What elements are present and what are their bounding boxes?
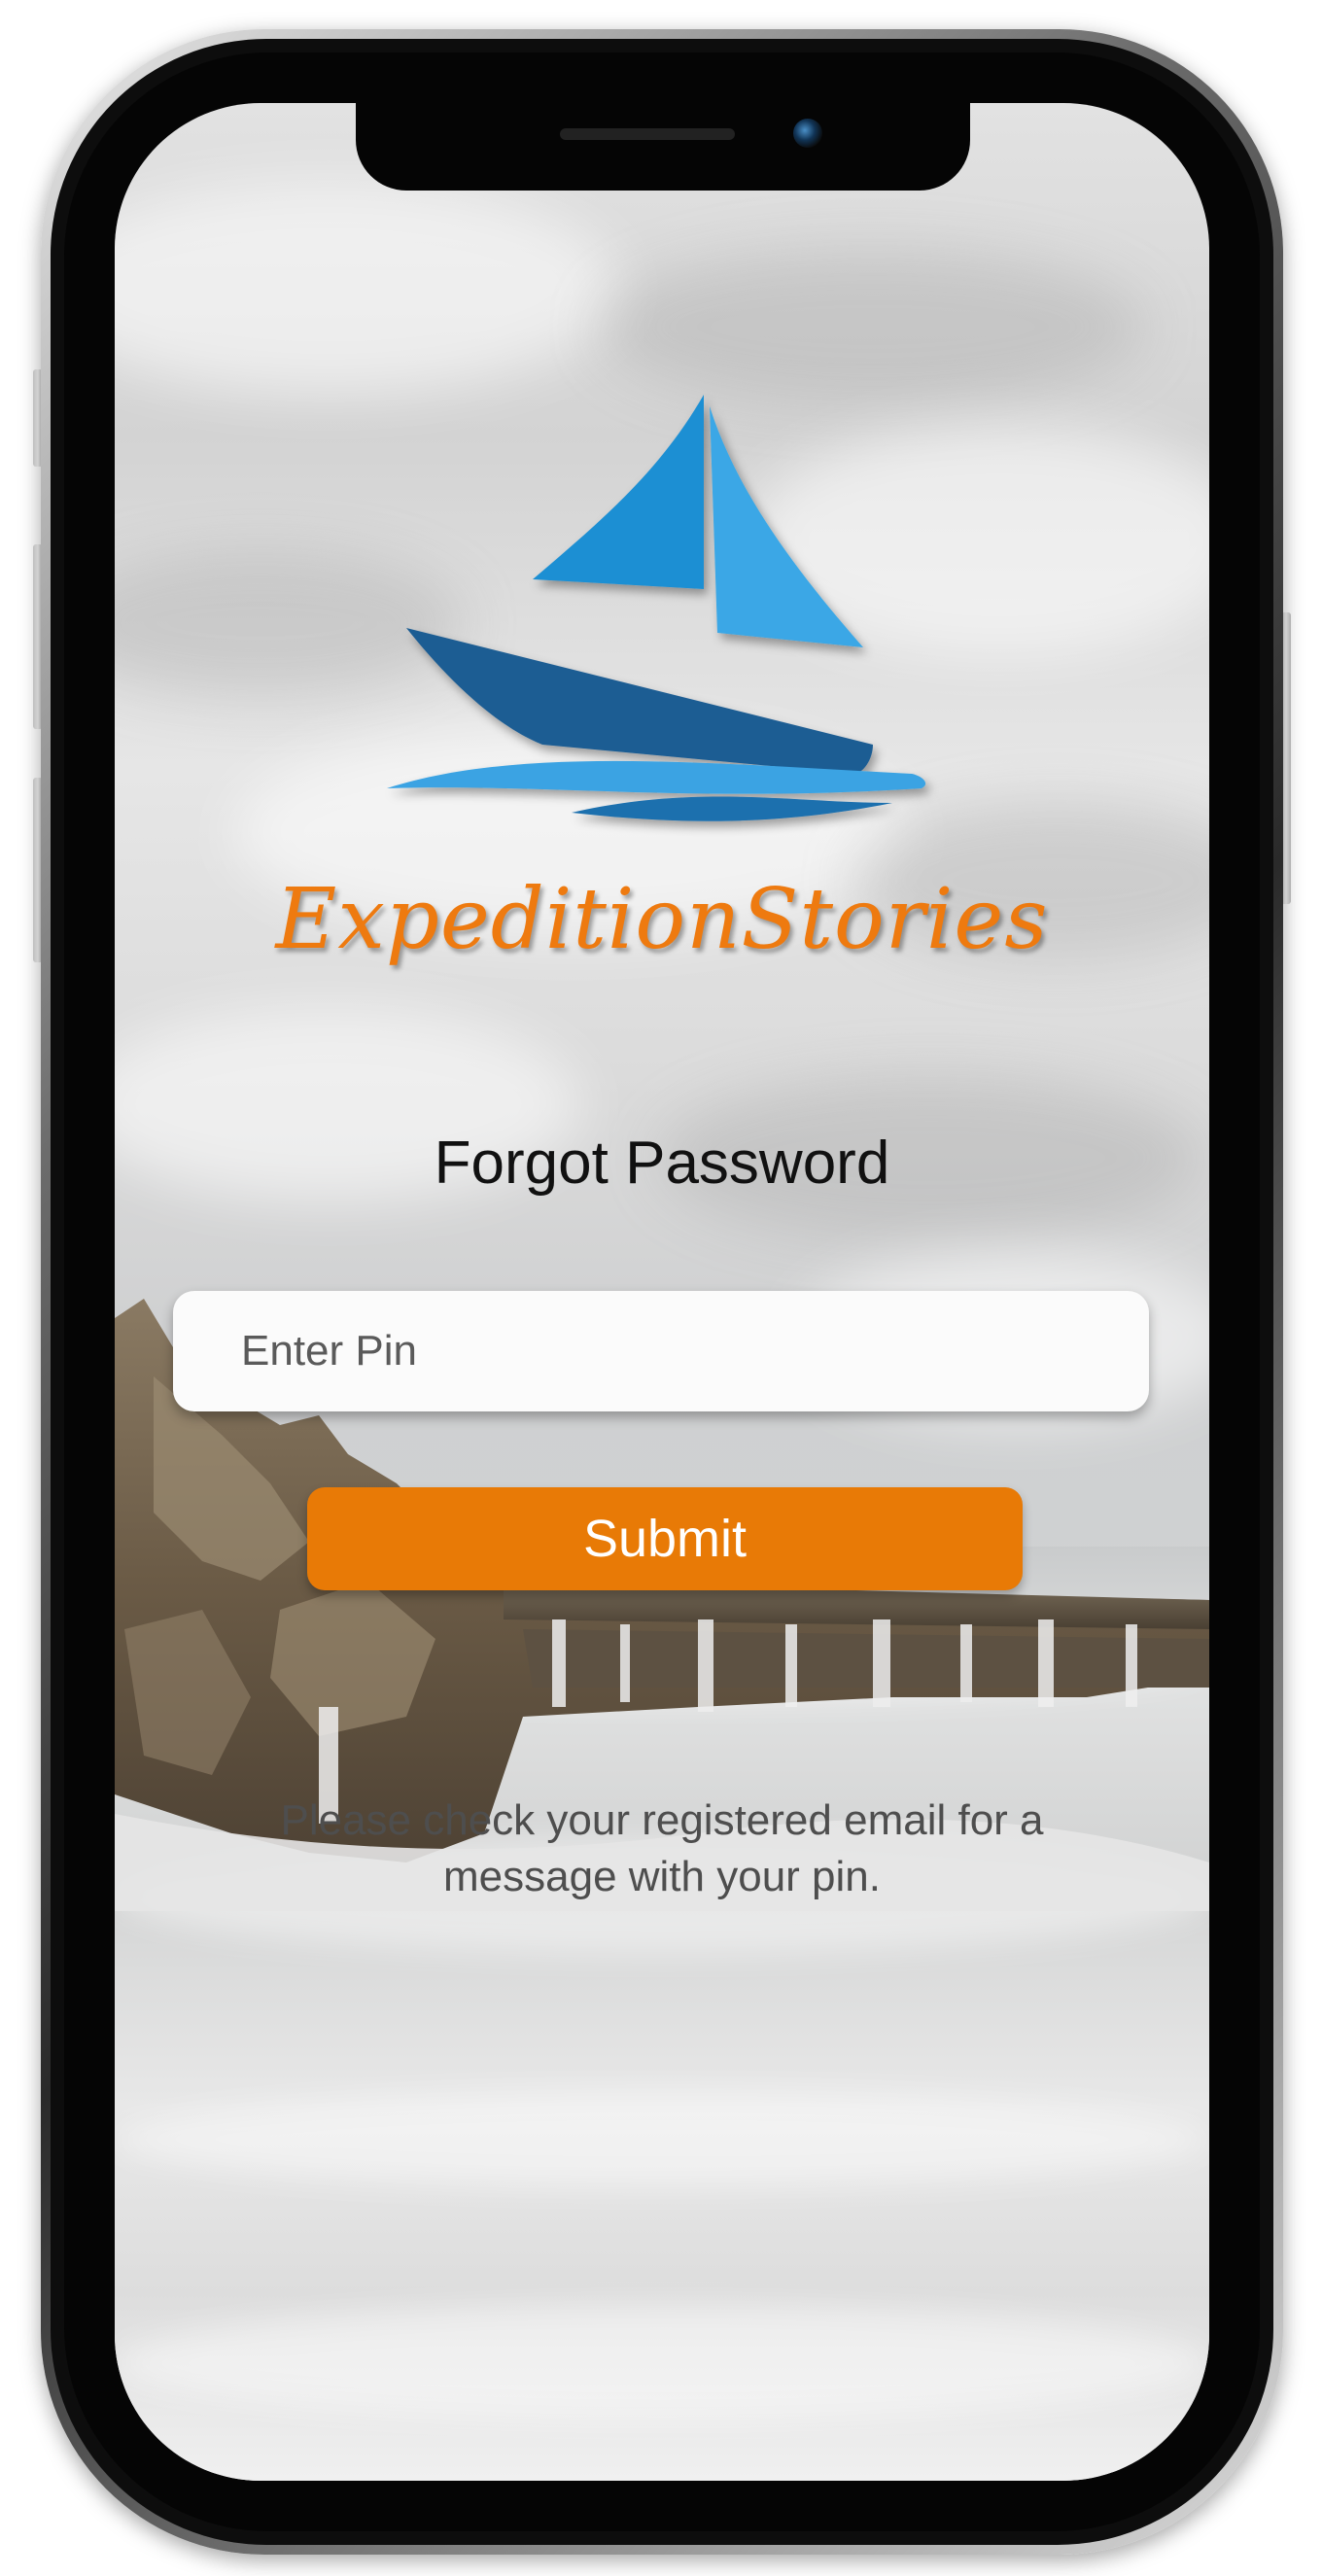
sailboat-icon — [387, 395, 926, 821]
page-title: Forgot Password — [434, 1130, 890, 1197]
pin-hint-text: Please check your registered email for a… — [280, 1796, 1044, 1900]
wave-band — [115, 2091, 1209, 2188]
brand-wordmark: ExpeditionStories — [275, 871, 1049, 968]
speaker-grille — [560, 128, 735, 140]
wave-band — [115, 2305, 1209, 2421]
camera-icon — [793, 119, 822, 148]
submit-button[interactable]: Submit — [307, 1487, 1023, 1590]
pin-input[interactable] — [173, 1291, 1149, 1411]
app-screen: ExpeditionStories Forgot Password Submit… — [115, 103, 1209, 2481]
phone-notch — [356, 103, 970, 191]
